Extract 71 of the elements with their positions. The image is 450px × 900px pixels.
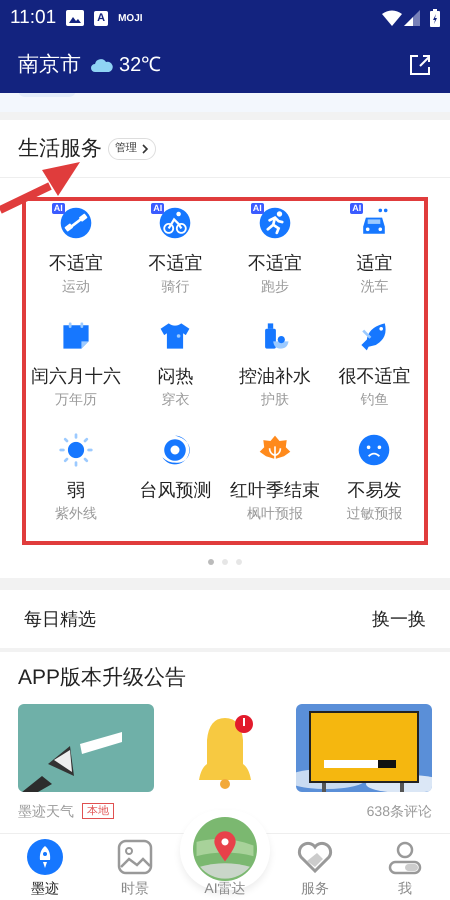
service-tile[interactable]: AI 不适宜 骑行 bbox=[126, 201, 225, 314]
globe-icon bbox=[193, 817, 257, 881]
notification-label: MOJI bbox=[118, 12, 143, 26]
image-icon bbox=[117, 839, 153, 875]
signal-icon bbox=[404, 10, 420, 26]
comment-count: 638条评论 bbox=[366, 802, 432, 820]
service-value: 控油补水 bbox=[238, 365, 311, 388]
wifi-icon bbox=[382, 10, 402, 26]
tab-bar-item[interactable]: 服务 bbox=[270, 834, 360, 900]
service-value: 弱 bbox=[66, 478, 85, 502]
service-value: 闰六月十六 bbox=[30, 365, 121, 388]
service-value: 不适宜 bbox=[148, 252, 202, 275]
service-label: 万年历 bbox=[54, 390, 97, 408]
notification-badge: A bbox=[94, 10, 108, 26]
service-tile[interactable]: 弱 紫外线 bbox=[26, 428, 126, 541]
sad-face-icon bbox=[356, 432, 392, 468]
tab-bar-item[interactable]: 时景 bbox=[90, 834, 180, 900]
refresh-button[interactable]: 换一换 bbox=[372, 606, 426, 632]
service-value: 不适宜 bbox=[48, 252, 103, 275]
service-tile[interactable]: 很不适宜 钓鱼 bbox=[324, 314, 424, 428]
service-tile[interactable]: 闷热 穿衣 bbox=[126, 314, 225, 428]
tab-bar-item[interactable]: 墨迹 bbox=[0, 834, 90, 900]
ai-badge: AI bbox=[250, 203, 264, 214]
service-label: 骑行 bbox=[161, 277, 190, 295]
service-value: 红叶季结束 bbox=[230, 478, 320, 502]
service-label: 过敏预报 bbox=[346, 504, 402, 522]
service-label: 紫外线 bbox=[54, 504, 97, 522]
service-label: 洗车 bbox=[360, 277, 388, 295]
city-name[interactable]: 南京市 bbox=[18, 48, 81, 80]
article-title[interactable]: APP版本升级公告 bbox=[18, 664, 432, 692]
service-value: 不易发 bbox=[347, 478, 402, 502]
cloud-icon bbox=[91, 58, 113, 72]
service-label: 跑步 bbox=[260, 277, 289, 295]
ai-badge: AI bbox=[151, 203, 164, 214]
chevron-icon bbox=[141, 144, 149, 154]
service-label: 穿衣 bbox=[161, 390, 190, 408]
ai-badge: AI bbox=[52, 203, 65, 214]
service-tile[interactable]: 红叶季结束 枫叶预报 bbox=[225, 428, 324, 541]
image-icon bbox=[66, 10, 84, 26]
ai-badge: AI bbox=[350, 203, 364, 214]
service-tile[interactable]: 控油补水 护肤 bbox=[225, 314, 324, 428]
person-icon bbox=[387, 839, 423, 875]
service-value: 台风预测 bbox=[139, 478, 212, 502]
status-time: 11:01 bbox=[10, 6, 56, 30]
battery-icon bbox=[430, 9, 440, 27]
service-label: 护肤 bbox=[260, 390, 289, 408]
source-name: 墨迹天气 bbox=[18, 802, 74, 820]
service-tile[interactable]: 台风预测 bbox=[126, 428, 225, 541]
service-tile[interactable]: 不易发 过敏预报 bbox=[324, 428, 424, 541]
local-tag: 本地 bbox=[82, 803, 114, 819]
service-tile[interactable]: AI 不适宜 跑步 bbox=[225, 201, 324, 314]
service-label: 钓鱼 bbox=[360, 390, 388, 408]
section-title: 生活服务 bbox=[18, 136, 102, 162]
service-value: 不适宜 bbox=[248, 252, 302, 275]
service-tile[interactable]: 闰六月十六 万年历 bbox=[26, 314, 126, 428]
service-label: 枫叶预报 bbox=[246, 504, 303, 522]
service-tile[interactable]: AI 适宜 洗车 bbox=[324, 201, 424, 314]
service-value: 很不适宜 bbox=[338, 365, 410, 388]
service-label: 运动 bbox=[62, 277, 90, 295]
temperature: 32℃ bbox=[119, 52, 162, 78]
service-tile[interactable]: AI 不适宜 运动 bbox=[26, 201, 126, 314]
sun-icon bbox=[58, 432, 94, 468]
share-icon[interactable] bbox=[408, 52, 432, 76]
service-value: 闷热 bbox=[157, 365, 194, 388]
section-title: 每日精选 bbox=[24, 608, 96, 630]
manage-button[interactable]: 管理 bbox=[108, 138, 156, 160]
heart-icon bbox=[297, 839, 333, 875]
tab-bar-item[interactable]: AI雷达 bbox=[180, 806, 270, 900]
rocket-icon bbox=[27, 839, 63, 875]
service-value: 适宜 bbox=[356, 252, 392, 275]
tab-bar-item[interactable]: 我 bbox=[360, 834, 450, 900]
